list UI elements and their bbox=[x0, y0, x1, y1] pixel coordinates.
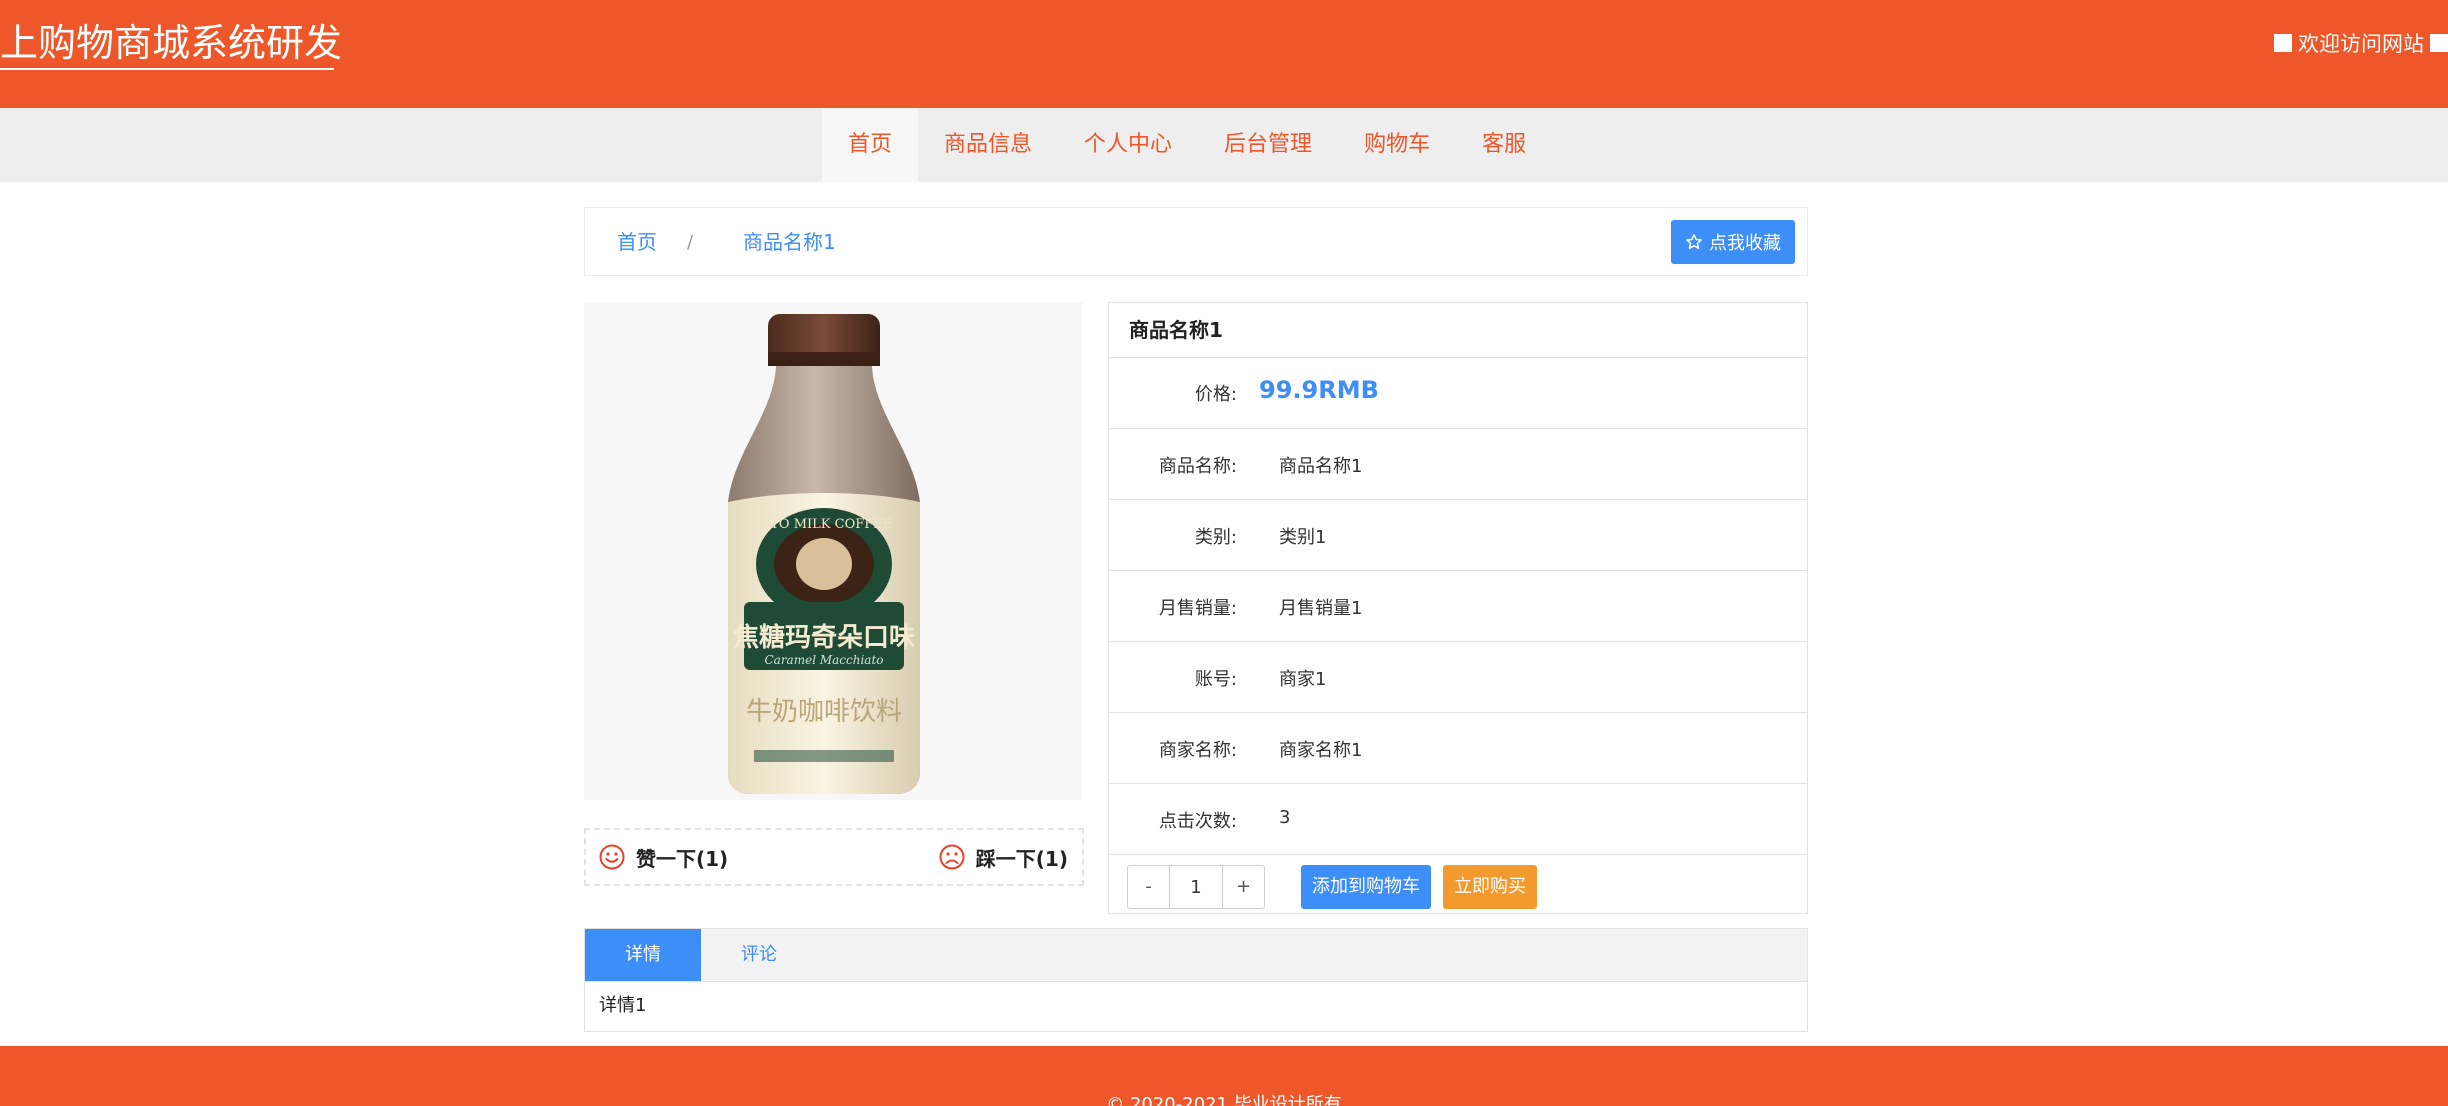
nav-list: 首页 商品信息 个人中心 后台管理 购物车 客服 bbox=[822, 108, 1552, 182]
info-row-product-name: 商品名称: 商品名称1 bbox=[1109, 428, 1807, 499]
breadcrumb-separator: / bbox=[687, 232, 694, 253]
nav-item-cart[interactable]: 购物车 bbox=[1338, 108, 1456, 182]
nav-item-service[interactable]: 客服 bbox=[1456, 108, 1552, 182]
like-label: 赞一下(1) bbox=[636, 846, 729, 871]
quantity-minus-button[interactable]: - bbox=[1128, 866, 1169, 908]
svg-text:焦糖玛奇朵口味: 焦糖玛奇朵口味 bbox=[733, 622, 915, 653]
detail-tabs: 详情 评论 详情1 bbox=[584, 928, 1808, 1032]
info-label: 类别: bbox=[1194, 527, 1237, 548]
info-row-account: 账号: 商家1 bbox=[1109, 641, 1807, 712]
dislike-button[interactable]: 踩一下(1) bbox=[938, 830, 1068, 884]
square-icon bbox=[2274, 34, 2292, 52]
purchase-row: - + 添加到购物车 立即购买 bbox=[1109, 854, 1807, 913]
vote-bar: 赞一下(1) 踩一下(1) bbox=[584, 828, 1084, 886]
svg-text:U'TO MILK COFFEE: U'TO MILK COFFEE bbox=[756, 517, 893, 532]
welcome-banner: 欢迎访问网站 bbox=[2274, 28, 2448, 58]
breadcrumb-current[interactable]: 商品名称1 bbox=[743, 208, 836, 277]
milk-coffee-bottle-illustration: U'TO MILK COFFEE 焦糖玛奇朵口味 Caramel Macchia… bbox=[728, 314, 920, 794]
top-header: 上购物商城系统研发 欢迎访问网站 bbox=[0, 0, 2448, 108]
nav-item-profile[interactable]: 个人中心 bbox=[1058, 108, 1198, 182]
copyright-text: © 2020-2021 毕业设计所有 bbox=[1106, 1094, 1342, 1106]
info-label: 商家名称: bbox=[1158, 740, 1237, 761]
tab-details[interactable]: 详情 bbox=[585, 929, 701, 981]
welcome-text: 欢迎访问网站 bbox=[2298, 32, 2424, 56]
favorite-label: 点我收藏 bbox=[1709, 233, 1781, 254]
site-title[interactable]: 上购物商城系统研发 bbox=[0, 18, 342, 68]
tab-comments[interactable]: 评论 bbox=[701, 929, 817, 981]
info-value: 商家1 bbox=[1279, 669, 1327, 690]
add-to-cart-button[interactable]: 添加到购物车 bbox=[1301, 865, 1431, 909]
breadcrumb-home[interactable]: 首页 bbox=[617, 208, 657, 277]
product-image: U'TO MILK COFFEE 焦糖玛奇朵口味 Caramel Macchia… bbox=[584, 302, 1082, 800]
info-label: 月售销量: bbox=[1158, 598, 1237, 619]
favorite-button[interactable]: 点我收藏 bbox=[1671, 220, 1795, 264]
square-icon bbox=[2430, 34, 2448, 52]
site-title-underline bbox=[0, 68, 334, 70]
product-info-panel: 商品名称1 价格: 99.9RMB 商品名称: 商品名称1 类别: 类别1 月售… bbox=[1108, 302, 1808, 914]
price-label: 价格: bbox=[1194, 384, 1237, 405]
price-value: 99.9RMB bbox=[1259, 376, 1379, 404]
nav-item-admin[interactable]: 后台管理 bbox=[1198, 108, 1338, 182]
nav-item-products[interactable]: 商品信息 bbox=[918, 108, 1058, 182]
quantity-stepper: - + bbox=[1127, 865, 1265, 909]
info-value: 类别1 bbox=[1279, 527, 1327, 548]
info-label: 账号: bbox=[1194, 669, 1237, 690]
info-value: 月售销量1 bbox=[1279, 598, 1363, 619]
main-nav: 首页 商品信息 个人中心 后台管理 购物车 客服 bbox=[0, 108, 2448, 182]
info-label: 商品名称: bbox=[1158, 456, 1237, 477]
quantity-input[interactable] bbox=[1169, 866, 1223, 908]
info-row-merchant-name: 商家名称: 商家名称1 bbox=[1109, 712, 1807, 783]
tab-content: 详情1 bbox=[599, 995, 647, 1016]
info-value: 3 bbox=[1279, 807, 1291, 828]
info-row-category: 类别: 类别1 bbox=[1109, 499, 1807, 570]
info-row-click-count: 点击次数: 3 bbox=[1109, 783, 1807, 854]
tab-bar: 详情 评论 bbox=[585, 929, 1807, 982]
quantity-plus-button[interactable]: + bbox=[1223, 866, 1264, 908]
like-button[interactable]: 赞一下(1) bbox=[598, 830, 728, 884]
footer: © 2020-2021 毕业设计所有 bbox=[0, 1046, 2448, 1106]
price-row: 价格: 99.9RMB bbox=[1109, 357, 1807, 428]
info-label: 点击次数: bbox=[1158, 811, 1237, 832]
nav-item-home[interactable]: 首页 bbox=[822, 108, 919, 182]
info-row-monthly-sales: 月售销量: 月售销量1 bbox=[1109, 570, 1807, 641]
svg-text:Caramel Macchiato: Caramel Macchiato bbox=[764, 653, 883, 667]
smile-icon bbox=[599, 844, 625, 870]
breadcrumb: 首页 / 商品名称1 点我收藏 bbox=[584, 207, 1808, 276]
svg-text:牛奶咖啡饮料: 牛奶咖啡饮料 bbox=[746, 697, 902, 727]
star-icon bbox=[1686, 234, 1702, 250]
info-value: 商品名称1 bbox=[1279, 456, 1363, 477]
frown-icon bbox=[939, 844, 965, 870]
dislike-label: 踩一下(1) bbox=[975, 846, 1068, 871]
info-value: 商家名称1 bbox=[1279, 740, 1363, 761]
product-title: 商品名称1 bbox=[1129, 318, 1223, 342]
buy-now-button[interactable]: 立即购买 bbox=[1443, 865, 1537, 909]
